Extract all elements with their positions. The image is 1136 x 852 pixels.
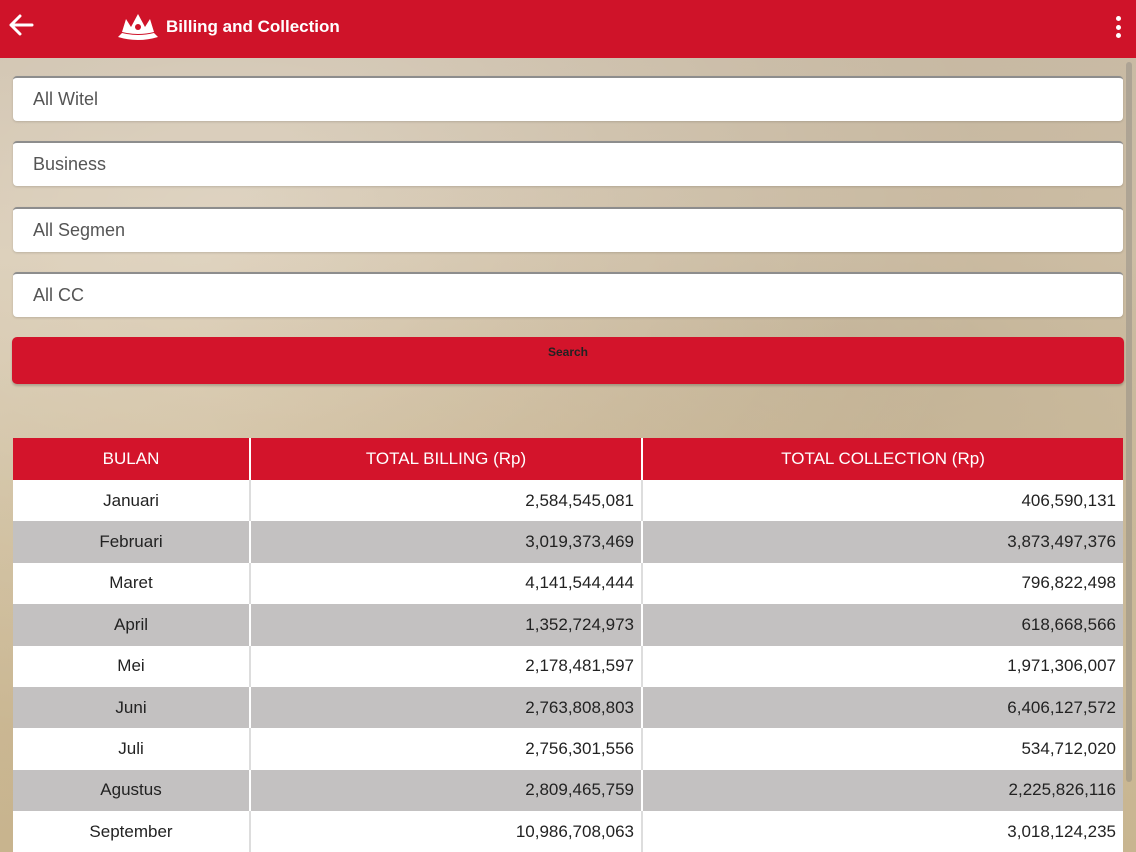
cell-collection: 796,822,498 <box>641 562 1123 605</box>
cell-collection: 3,873,497,376 <box>641 521 1123 563</box>
table-row: September 10,986,708,063 3,018,124,235 <box>13 811 1123 852</box>
cell-month: September <box>13 811 250 852</box>
table-row: Maret 4,141,544,444 796,822,498 <box>13 562 1123 605</box>
cell-collection: 2,225,826,116 <box>641 769 1123 812</box>
cell-collection: 6,406,127,572 <box>641 686 1123 729</box>
column-header-bulan: BULAN <box>13 438 250 480</box>
cell-collection: 406,590,131 <box>641 480 1123 522</box>
more-vertical-icon <box>1115 16 1121 21</box>
table-row: April 1,352,724,973 618,668,566 <box>13 604 1123 646</box>
search-button[interactable]: Search <box>12 337 1124 384</box>
cell-billing: 2,178,481,597 <box>249 645 642 687</box>
cell-month: Januari <box>13 480 250 522</box>
more-options-button[interactable] <box>1110 13 1126 41</box>
table-row: Juni 2,763,808,803 6,406,127,572 <box>13 686 1123 729</box>
cell-billing: 1,352,724,973 <box>249 604 642 646</box>
table-row: Juli 2,756,301,556 534,712,020 <box>13 728 1123 770</box>
cell-month: Agustus <box>13 769 250 812</box>
table-row: Agustus 2,809,465,759 2,225,826,116 <box>13 769 1123 812</box>
cell-collection: 1,971,306,007 <box>641 645 1123 687</box>
cell-month: April <box>13 604 250 646</box>
cell-month: Juli <box>13 728 250 770</box>
crown-logo-icon <box>118 14 158 40</box>
segmen-select[interactable]: All Segmen <box>13 207 1123 252</box>
table-row: Januari 2,584,545,081 406,590,131 <box>13 480 1123 522</box>
scrollbar[interactable] <box>1126 62 1132 782</box>
cell-collection: 3,018,124,235 <box>641 811 1123 852</box>
cell-month: Februari <box>13 521 250 563</box>
page-title: Billing and Collection <box>166 17 340 36</box>
cell-collection: 534,712,020 <box>641 728 1123 770</box>
table-header-row: BULAN TOTAL BILLING (Rp) TOTAL COLLECTIO… <box>13 438 1123 480</box>
cell-billing: 4,141,544,444 <box>249 562 642 605</box>
cell-month: Juni <box>13 686 250 729</box>
business-select[interactable]: Business <box>13 141 1123 186</box>
column-header-total-billing: TOTAL BILLING (Rp) <box>249 438 642 480</box>
cell-billing: 2,756,301,556 <box>249 728 642 770</box>
cell-billing: 2,584,545,081 <box>249 480 642 522</box>
table-row: Februari 3,019,373,469 3,873,497,376 <box>13 521 1123 563</box>
cell-month: Mei <box>13 645 250 687</box>
column-header-total-collection: TOTAL COLLECTION (Rp) <box>641 438 1123 480</box>
arrow-left-icon <box>9 14 34 36</box>
cell-billing: 2,809,465,759 <box>249 769 642 812</box>
cell-billing: 2,763,808,803 <box>249 686 642 729</box>
cell-billing: 3,019,373,469 <box>249 521 642 563</box>
table-row: Mei 2,178,481,597 1,971,306,007 <box>13 645 1123 687</box>
billing-table: BULAN TOTAL BILLING (Rp) TOTAL COLLECTIO… <box>13 438 1123 852</box>
cell-month: Maret <box>13 562 250 605</box>
cell-billing: 10,986,708,063 <box>249 811 642 852</box>
cell-collection: 618,668,566 <box>641 604 1123 646</box>
cc-select[interactable]: All CC <box>13 272 1123 317</box>
app-bar: Billing and Collection <box>0 0 1136 58</box>
back-button[interactable] <box>6 10 36 40</box>
witel-select[interactable]: All Witel <box>13 76 1123 121</box>
